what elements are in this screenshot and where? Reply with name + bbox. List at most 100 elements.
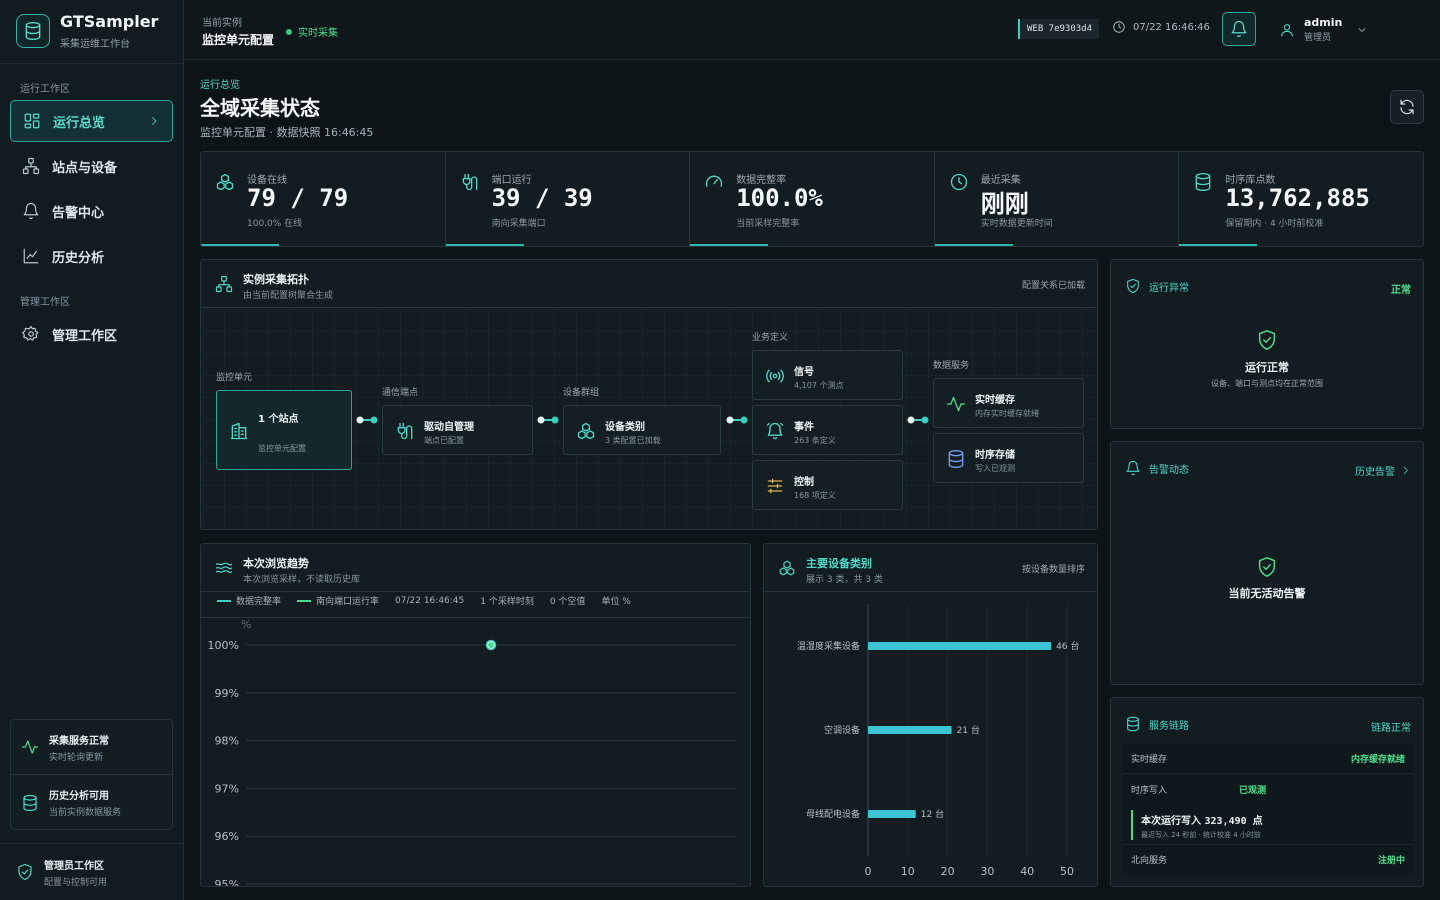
kpi-strip: 设备在线 79 / 79 100.0% 在线 端口运行 39 / 39 南向采集… xyxy=(200,151,1424,247)
bell-icon xyxy=(1126,460,1140,476)
write-accent-bar xyxy=(1131,810,1133,840)
node-signal[interactable]: 信号 4,107 个测点 xyxy=(752,350,903,400)
network-icon xyxy=(215,275,233,293)
shield-check-icon xyxy=(1127,278,1139,294)
live-label: 实时采集 xyxy=(298,28,338,39)
user-role: 管理员 xyxy=(1304,33,1332,43)
kpi-ports-running: 端口运行 39 / 39 南向采集端口 xyxy=(445,152,691,246)
instance-label: 当前实例 xyxy=(202,18,242,29)
service-chain-panel: 服务链路 链路正常 实时缓存 内存缓存就绪 时序写入 已观测 本次运行写入 323,… xyxy=(1110,697,1424,887)
legend-label: 南向端口运行率 xyxy=(316,597,380,607)
write-sub: 最近写入 24 秒前 · 统计校准 4 小时前 xyxy=(1141,831,1261,839)
broadcast-icon xyxy=(766,369,784,383)
kpi-value: 39 / 39 xyxy=(491,184,593,212)
page-title: 全域采集状态 xyxy=(200,96,320,120)
node-device-type[interactable]: 设备类别 3 类配置已加载 xyxy=(563,405,721,455)
node-title: 时序存储 xyxy=(975,450,1015,461)
sidebar-item-label: 历史分析 xyxy=(52,250,105,266)
node-station[interactable]: 1 个站点 监控单元配置 xyxy=(216,390,352,470)
notifications-button[interactable] xyxy=(1222,12,1256,46)
node-control[interactable]: 控制 168 项定义 xyxy=(752,460,903,510)
trend-panel: 本次浏览趋势 本次浏览采样，不读取历史库 数据完整率 南向端口运行率 07/22… xyxy=(200,543,751,887)
user-icon xyxy=(1281,23,1293,37)
panel-header: 运行异常 xyxy=(1125,278,1189,294)
data-point xyxy=(488,642,494,648)
legend-item: 数据完整率 xyxy=(217,594,281,607)
node-sub: 写入已观测 xyxy=(975,464,1015,473)
connector-icon xyxy=(537,416,559,424)
dashboard-icon xyxy=(24,113,40,129)
chain-row-label: 时序写入 xyxy=(1131,785,1168,796)
sidebar-item-overview[interactable]: 运行总览 xyxy=(10,100,173,142)
node-cache[interactable]: 实时缓存 内存实时缓存就绪 xyxy=(933,378,1084,428)
trend-meta: 单位 % xyxy=(601,597,631,607)
node-driver[interactable]: 驱动自管理 端点已配置 xyxy=(382,405,533,455)
kpi-accent-bar xyxy=(934,244,1013,246)
clock-icon xyxy=(950,173,967,191)
panel-title: 主要设备类别 xyxy=(806,557,872,570)
device-types-panel: 主要设备类别 展示 3 类，共 3 类 按设备数量排序 0 10 20 30 40 50 温… xyxy=(763,543,1098,887)
x-tick-label: 30 xyxy=(980,865,994,878)
link-label: 历史告警 xyxy=(1355,467,1395,478)
sidebar-item-stations[interactable]: 站点与设备 xyxy=(10,145,173,187)
chevron-down-icon xyxy=(1358,27,1366,32)
node-title: 信号 xyxy=(794,367,814,378)
node-sub: 内存实时缓存就绪 xyxy=(975,409,1039,418)
x-tick-label: 10 xyxy=(901,865,915,878)
kpi-sub: 保留期内 · 4 小时前校准 xyxy=(1225,219,1324,229)
anomaly-panel: 运行异常 正常 运行正常 设备、端口与测点均在正常范围 xyxy=(1110,259,1424,429)
category-label: 温湿度采集设备 xyxy=(797,640,860,652)
chevron-right-icon xyxy=(152,117,157,125)
panel-header: 本次浏览趋势 本次浏览采样，不读取历史库 xyxy=(201,544,750,592)
y-tick-label: 99% xyxy=(215,687,239,700)
kpi-accent-bar xyxy=(1179,244,1258,246)
sidebar-item-history[interactable]: 历史分析 xyxy=(10,235,173,277)
legend-swatch xyxy=(297,599,312,602)
kpi-value: 刚刚 xyxy=(980,190,1029,218)
node-event[interactable]: 事件 263 条定义 xyxy=(752,405,903,455)
instance-name[interactable]: 监控单元配置 xyxy=(202,31,274,48)
bar-value-label: 12 台 xyxy=(921,808,944,820)
y-tick-label: 98% xyxy=(215,735,239,748)
y-tick-label: 95% xyxy=(215,878,239,886)
panel-header: 告警动态 xyxy=(1125,460,1189,476)
kpi-sub: 当前采样完整率 xyxy=(736,219,800,229)
y-tick-label: 96% xyxy=(215,830,239,843)
bar xyxy=(868,810,916,818)
anomaly-status: 正常 xyxy=(1391,285,1411,296)
node-title: 事件 xyxy=(794,422,814,433)
user-menu[interactable]: admin 管理员 xyxy=(1279,16,1368,43)
cubes-icon xyxy=(779,560,795,576)
category-label: 空调设备 xyxy=(824,724,860,736)
bell-icon xyxy=(23,202,39,220)
history-alarms-link[interactable]: 历史告警 xyxy=(1355,463,1411,478)
admin-workspace[interactable]: 管理员工作区 配置与控制可用 xyxy=(0,843,183,900)
node-title: 实时缓存 xyxy=(975,395,1015,406)
shield-check-icon xyxy=(1258,557,1276,577)
status-sub: 当前实例数据服务 xyxy=(49,808,122,818)
column-label: 通信端点 xyxy=(382,388,419,398)
chain-row: 北向服务 注册中 xyxy=(1123,844,1413,874)
node-storage[interactable]: 时序存储 写入已观测 xyxy=(933,433,1084,483)
kpi-sub: 南向采集端口 xyxy=(491,219,546,229)
sidebar-section-admin: 管理工作区 xyxy=(20,297,70,308)
node-title: 控制 xyxy=(794,477,814,488)
sort-label[interactable]: 按设备数量排序 xyxy=(1022,562,1085,575)
kpi-data-integrity: 数据完整率 100.0% 当前采样完整率 xyxy=(690,152,935,246)
sidebar-item-admin[interactable]: 管理工作区 xyxy=(10,313,173,355)
clock-time: 07/22 16:46:46 xyxy=(1133,21,1210,33)
database-logo-icon xyxy=(16,14,50,48)
kpi-value: 13,762,885 xyxy=(1225,184,1370,212)
chain-row-value: 注册中 xyxy=(1377,856,1405,866)
sidebar-item-alarms[interactable]: 告警中心 xyxy=(10,190,173,232)
node-sub: 263 条定义 xyxy=(794,436,836,445)
bar xyxy=(868,642,1052,650)
shield-check-icon xyxy=(1258,330,1276,350)
bar xyxy=(868,726,952,734)
status-title: 采集服务正常 xyxy=(49,735,109,747)
legend-label: 数据完整率 xyxy=(236,597,282,607)
sidebar-divider xyxy=(0,63,183,64)
refresh-button[interactable] xyxy=(1390,90,1424,124)
panel-subtitle: 展示 3 类，共 3 类 xyxy=(806,575,883,585)
y-axis-unit: % xyxy=(241,618,251,631)
